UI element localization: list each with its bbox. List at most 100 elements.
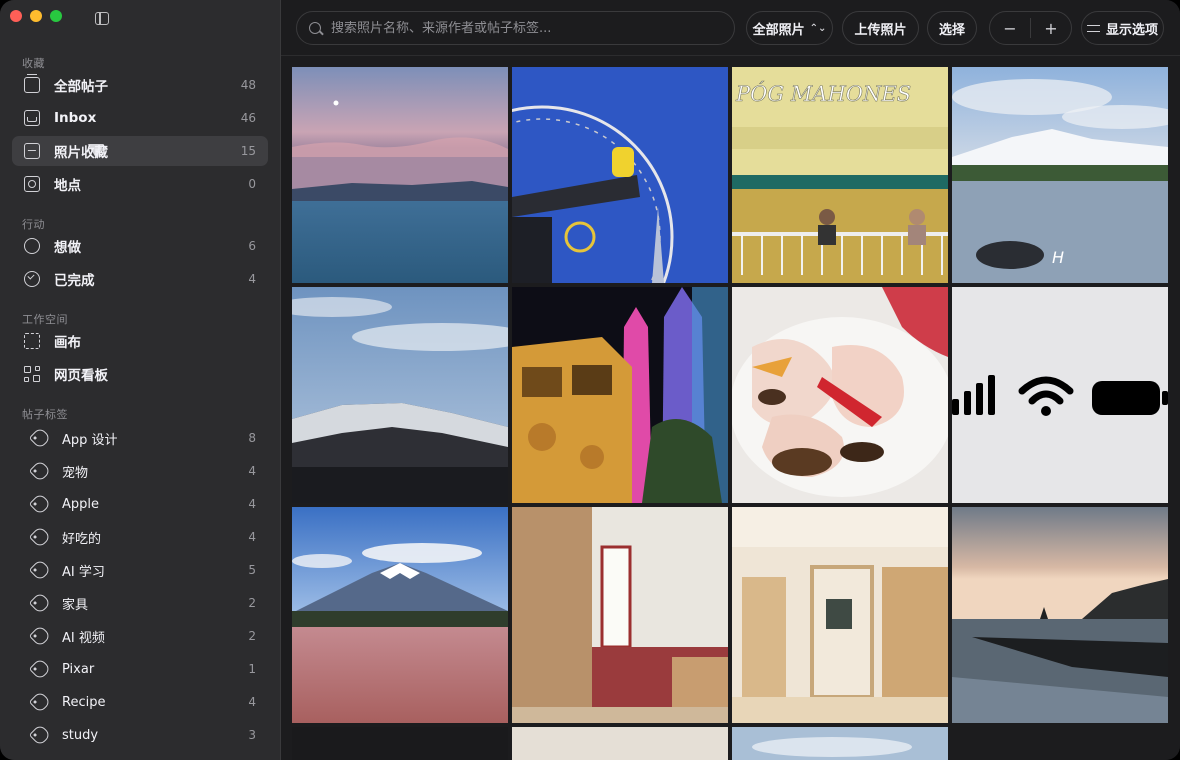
photo-tile[interactable] [292, 507, 508, 723]
sidebar-item-count: 3 [248, 728, 256, 742]
sidebar-tag-pets[interactable]: 宠物 4 [12, 456, 268, 486]
photo-shrimp-dish [732, 287, 948, 503]
tag-icon [28, 558, 52, 582]
circle-icon [24, 238, 40, 254]
select-button[interactable]: 选择 [927, 11, 977, 45]
photo-tile[interactable] [952, 507, 1168, 723]
sidebar-item-inbox[interactable]: Inbox 46 [12, 103, 268, 133]
photo-tile[interactable] [732, 507, 948, 723]
sidebar-item-count: 5 [248, 563, 256, 577]
sidebar-item-label: 网页看板 [54, 368, 108, 384]
tag-icon [28, 492, 52, 516]
sidebar-item-label: 宠物 [62, 465, 89, 481]
inbox-icon [24, 110, 40, 126]
sliders-icon [1086, 23, 1100, 34]
zoom-out-button[interactable]: − [990, 19, 1030, 38]
photo-tile[interactable] [732, 287, 948, 503]
section-title-actions: 行动 [22, 218, 45, 231]
photo-partial-light [512, 727, 728, 760]
sidebar-item-count: 0 [248, 177, 256, 191]
sidebar-item-count: 6 [248, 239, 256, 253]
sidebar-tag-apple[interactable]: Apple 4 [12, 489, 268, 519]
photo-storefront: PÓG MAHONES [732, 67, 948, 283]
sidebar-item-done[interactable]: 已完成 4 [12, 264, 268, 294]
sidebar-item-label: 画布 [54, 335, 81, 351]
photo-mountain-lake: H [952, 67, 1168, 283]
sidebar-item-label: Recipe [62, 694, 106, 710]
photo-tile[interactable] [512, 287, 728, 503]
sidebar-item-count: 8 [248, 431, 256, 445]
app-window: 收藏 全部帖子 48 Inbox 46 照片收藏 15 地点 0 行动 想做 6 [0, 0, 1180, 760]
photo-partial-dark [292, 727, 508, 760]
sidebar-item-photo-collection[interactable]: 照片收藏 15 [12, 136, 268, 166]
display-options-label: 显示选项 [1105, 22, 1158, 38]
toolbar: 全部照片 ⌃⌄ 上传照片 选择 − + 显示选项 [281, 0, 1180, 56]
sidebar-item-label: AI 学习 [62, 564, 105, 580]
photo-interior-wood [732, 507, 948, 723]
svg-text:H: H [1052, 248, 1064, 267]
search-icon [309, 22, 321, 34]
zoom-window-button[interactable] [50, 10, 62, 22]
sidebar-item-label: 想做 [54, 240, 81, 256]
sidebar-tag-tasty[interactable]: 好吃的 4 [12, 522, 268, 552]
display-options-button[interactable]: 显示选项 [1081, 11, 1164, 45]
tag-icon [28, 624, 52, 648]
tag-icon [28, 525, 52, 549]
sidebar-tag-ai-video[interactable]: AI 视频 2 [12, 621, 268, 651]
photo-interior-red-sofa [512, 507, 728, 723]
sidebar-tag-app-design[interactable]: App 设计 8 [12, 423, 268, 453]
photo-snowy-ridge [292, 287, 508, 503]
sidebar-item-all-posts[interactable]: 全部帖子 48 [12, 70, 268, 100]
photo-filter-button[interactable]: 全部照片 ⌃⌄ [746, 11, 833, 45]
check-circle-icon [24, 271, 40, 287]
section-title-favorites: 收藏 [22, 57, 45, 70]
zoom-control: − + [989, 11, 1072, 45]
storefront-sign-text: PÓG MAHONES [735, 81, 911, 106]
photo-icon [24, 143, 40, 159]
tag-icon [28, 690, 52, 714]
map-icon [24, 176, 40, 192]
close-window-button[interactable] [10, 10, 22, 22]
sidebar-item-count: 46 [240, 111, 256, 125]
photo-tile[interactable] [512, 67, 728, 283]
photo-tile[interactable] [292, 67, 508, 283]
sidebar-item-label: 照片收藏 [54, 145, 108, 161]
photo-filter-label: 全部照片 [752, 22, 805, 38]
sidebar-item-count: 4 [248, 530, 256, 544]
photo-tile[interactable] [292, 727, 508, 760]
sidebar-item-places[interactable]: 地点 0 [12, 169, 268, 199]
photo-status-icons [952, 287, 1168, 503]
upload-photo-button[interactable]: 上传照片 [842, 11, 919, 45]
photo-tile[interactable] [952, 287, 1168, 503]
zoom-in-button[interactable]: + [1031, 19, 1071, 38]
photo-tile[interactable] [512, 507, 728, 723]
sidebar-item-count: 2 [248, 629, 256, 643]
photo-ferris-wheel [512, 67, 728, 283]
sidebar-item-label: 好吃的 [62, 531, 102, 547]
photo-tile[interactable] [292, 287, 508, 503]
sidebar-tag-pixar[interactable]: Pixar 1 [12, 654, 268, 684]
sidebar-toggle-icon[interactable] [95, 12, 109, 25]
photo-tile[interactable]: H [952, 67, 1168, 283]
photo-mount-fuji [292, 507, 508, 723]
sidebar-item-label: 全部帖子 [54, 79, 108, 95]
sidebar-tag-recipe[interactable]: Recipe 4 [12, 687, 268, 717]
sidebar-tag-study[interactable]: study 3 [12, 720, 268, 750]
minimize-window-button[interactable] [30, 10, 42, 22]
sidebar-tag-ai-learning[interactable]: AI 学习 5 [12, 555, 268, 585]
search-input[interactable] [331, 20, 711, 36]
mouse-cursor-icon [88, 144, 104, 158]
photo-night-theme-park [512, 287, 728, 503]
photo-tile[interactable] [732, 727, 948, 760]
sidebar-item-todo[interactable]: 想做 6 [12, 231, 268, 261]
photo-tile[interactable] [512, 727, 728, 760]
search-field[interactable] [296, 11, 735, 45]
sidebar-item-web-board[interactable]: 网页看板 [12, 359, 268, 389]
photo-tile[interactable]: PÓG MAHONES [732, 67, 948, 283]
photo-partial-sky [732, 727, 948, 760]
sidebar-item-canvas[interactable]: 画布 [12, 326, 268, 356]
sidebar-item-label: AI 视频 [62, 630, 105, 646]
stack-icon [24, 74, 40, 93]
sidebar-item-count: 48 [240, 78, 256, 92]
sidebar-tag-furniture[interactable]: 家具 2 [12, 588, 268, 618]
